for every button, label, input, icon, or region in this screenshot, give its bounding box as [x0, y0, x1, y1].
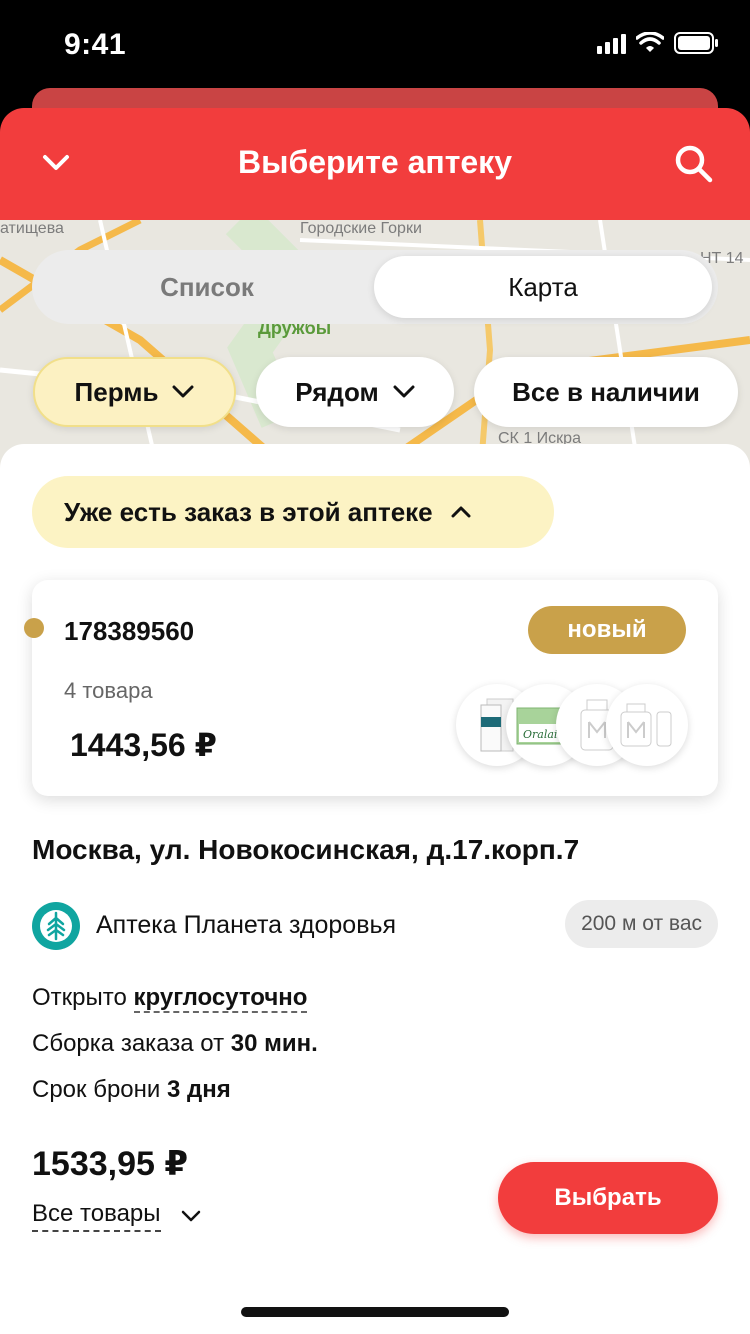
- total-price: 1533,95 ₽: [32, 1145, 189, 1183]
- order-sum: 1443,56 ₽: [70, 727, 217, 763]
- tab-map[interactable]: Карта: [374, 256, 712, 318]
- medicine-jar-icon: [620, 703, 672, 747]
- wifi-icon: [636, 32, 664, 52]
- order-status-dot: [24, 618, 44, 638]
- order-card[interactable]: 178389560 новый 4 товара 1443,56 ₽ Orala…: [24, 580, 718, 796]
- all-goods-label: Все товары: [32, 1200, 161, 1232]
- status-icons: [597, 32, 720, 54]
- pharmacy-name: Аптека Планета здоровья: [96, 911, 397, 939]
- opening-hours-prefix: Открыто: [32, 984, 134, 1011]
- opening-hours: Открыто круглосуточно: [32, 984, 308, 1013]
- home-indicator: [241, 1307, 509, 1317]
- chevron-down-icon: [172, 385, 194, 398]
- choose-button[interactable]: Выбрать: [498, 1162, 718, 1234]
- tab-list[interactable]: Список: [38, 256, 376, 318]
- opening-hours-value[interactable]: круглосуточно: [133, 984, 308, 1013]
- all-goods-toggle[interactable]: Все товары: [32, 1200, 201, 1232]
- signal-icon: [597, 32, 626, 54]
- pharmacy-sheet: Уже есть заказ в этой аптеке 178389560 н…: [0, 444, 750, 1334]
- chevron-down-icon: [393, 385, 415, 398]
- order-items-count: 4 товара: [64, 678, 153, 703]
- existing-order-label: Уже есть заказ в этой аптеке: [64, 496, 433, 527]
- assembly-time-prefix: Сборка заказа от: [32, 1030, 231, 1057]
- modal-header: Выберите аптеку: [0, 108, 750, 220]
- status-time: 9:41: [64, 28, 127, 61]
- assembly-time-value: 30 мин.: [230, 1030, 318, 1057]
- order-product-thumbnails: Oralair: [456, 684, 688, 766]
- search-icon[interactable]: [674, 144, 714, 184]
- pharmacy-logo-icon: [32, 902, 80, 950]
- order-number: 178389560: [64, 616, 195, 646]
- in-stock-filter-label: Все в наличии: [512, 376, 700, 407]
- view-segmented-control: Список Карта: [32, 250, 718, 324]
- status-badge: новый: [528, 606, 686, 654]
- city-filter-chip[interactable]: Пермь: [33, 357, 236, 427]
- reservation-term: Срок брони 3 дня: [32, 1076, 231, 1104]
- chevron-down-icon: [181, 1210, 200, 1222]
- existing-order-toggle[interactable]: Уже есть заказ в этой аптеке: [32, 476, 554, 548]
- pharmacy-address: Москва, ул. Новокосинская, д.17.корп.7: [32, 834, 580, 865]
- chevron-up-icon: [451, 506, 471, 518]
- distance-badge: 200 м от вас: [565, 900, 718, 948]
- map-label: атищева: [0, 220, 64, 237]
- battery-icon: [674, 32, 718, 54]
- nearby-filter-chip[interactable]: Рядом: [256, 357, 454, 427]
- nearby-filter-label: Рядом: [295, 376, 379, 407]
- page-title: Выберите аптеку: [238, 144, 512, 180]
- assembly-time: Сборка заказа от 30 мин.: [32, 1030, 318, 1058]
- city-filter-label: Пермь: [74, 376, 159, 407]
- reservation-term-prefix: Срок брони: [32, 1076, 167, 1103]
- reservation-term-value: 3 дня: [166, 1076, 231, 1103]
- status-bar: 9:41: [0, 0, 750, 90]
- product-thumbnail: [606, 684, 688, 766]
- map-label: Городские Горки: [300, 220, 422, 237]
- in-stock-filter-chip[interactable]: Все в наличии: [474, 357, 738, 427]
